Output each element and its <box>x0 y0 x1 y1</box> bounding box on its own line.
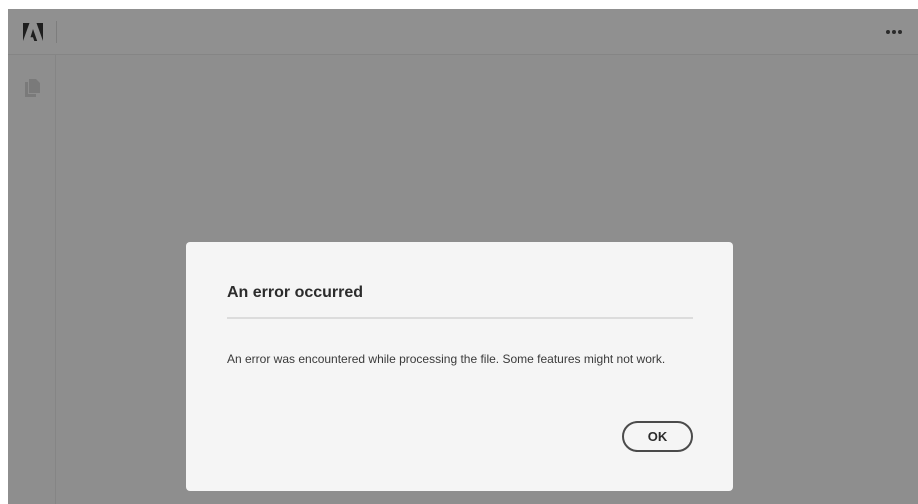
pdf-viewer-window: An error occurred An error was encounter… <box>8 9 918 504</box>
error-dialog: An error occurred An error was encounter… <box>186 242 733 491</box>
ok-button[interactable]: OK <box>622 421 693 452</box>
left-navigation-rail <box>8 55 56 504</box>
adobe-logo-icon <box>23 23 43 41</box>
toolbar-divider <box>56 21 57 43</box>
dialog-divider <box>227 317 693 319</box>
pages-icon[interactable] <box>24 79 40 97</box>
dialog-title: An error occurred <box>227 284 364 301</box>
dialog-message: An error was encountered while processin… <box>227 352 666 366</box>
more-options-button[interactable] <box>884 22 904 42</box>
top-toolbar <box>8 9 918 55</box>
more-horizontal-icon <box>886 30 902 34</box>
